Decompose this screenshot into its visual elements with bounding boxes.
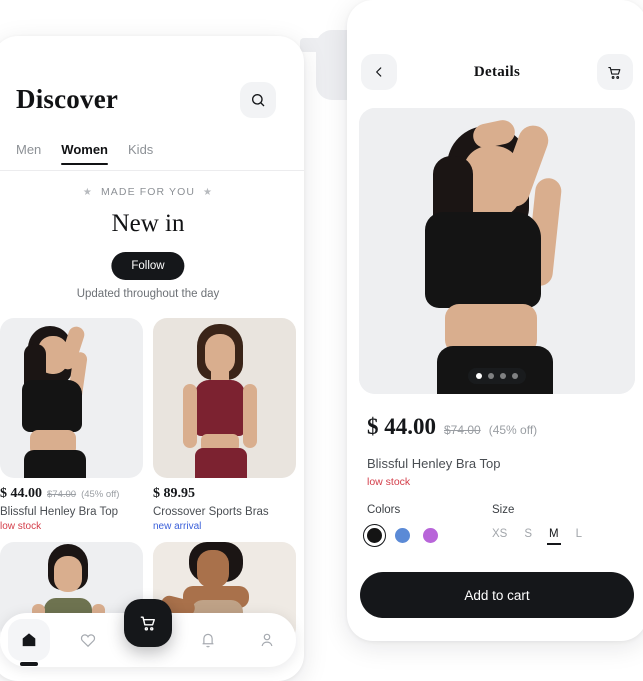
cart-icon — [608, 66, 621, 79]
search-icon — [251, 94, 265, 107]
details-product-name: Blissful Henley Bra Top — [367, 456, 501, 471]
size-option-s[interactable]: S — [524, 528, 532, 545]
page-title: Discover — [16, 84, 119, 114]
carousel-dot[interactable] — [488, 373, 494, 379]
price-row: $ 44.00 $74.00 (45% off) — [0, 486, 143, 502]
search-button[interactable] — [240, 82, 276, 118]
size-selector: Size XS S M L — [492, 504, 582, 545]
updated-note: Updated throughout the day — [76, 288, 220, 300]
chevron-left-icon — [376, 67, 382, 77]
star-icon-left: ★ — [82, 186, 93, 198]
bell-icon — [202, 633, 214, 648]
details-price: $ 44.00 — [367, 414, 436, 439]
product-grid: $ 44.00 $74.00 (45% off) Blissful Henley… — [0, 318, 296, 642]
color-swatch-black[interactable] — [363, 524, 386, 547]
product-discount: (45% off) — [81, 489, 120, 500]
colors-label: Colors — [367, 504, 401, 516]
person-icon — [261, 633, 273, 647]
discover-screen: Discover Men Women Kids ★ MADE FOR YOU ★… — [0, 36, 304, 681]
tabs-divider — [0, 170, 304, 171]
category-tabs: Men Women Kids — [16, 142, 153, 165]
size-option-m[interactable]: M — [547, 528, 561, 545]
product-name: Blissful Henley Bra Top — [0, 506, 119, 518]
price-row: $ 89.95 — [153, 486, 296, 502]
follow-button[interactable]: Follow — [111, 252, 185, 280]
carousel-dot[interactable] — [500, 373, 506, 379]
product-card[interactable]: $ 89.95 Crossover Sports Bras new arriva… — [153, 318, 296, 532]
carousel-dot[interactable] — [512, 373, 518, 379]
colors-selector: Colors — [363, 504, 438, 547]
size-label: Size — [492, 504, 515, 516]
product-card[interactable]: $ 44.00 $74.00 (45% off) Blissful Henley… — [0, 318, 143, 532]
cart-icon — [140, 616, 155, 631]
nav-item-notifications[interactable] — [187, 619, 229, 661]
product-price: $ 44.00 — [0, 486, 42, 501]
nav-item-favorites[interactable] — [67, 619, 109, 661]
size-option-xs[interactable]: XS — [492, 528, 507, 545]
screenshot-root: Discover Men Women Kids ★ MADE FOR YOU ★… — [0, 0, 643, 681]
back-button[interactable] — [361, 54, 397, 90]
made-for-you-text: MADE FOR YOU — [100, 186, 196, 198]
details-screen: Details $ 44.00 $74.00 (45% off) Blissfu… — [347, 0, 643, 641]
heart-icon — [80, 634, 95, 648]
color-swatch-purple[interactable] — [423, 528, 438, 543]
carousel-dot[interactable] — [476, 373, 482, 379]
details-status-badge: low stock — [367, 476, 411, 488]
product-status-badge: new arrival — [153, 521, 202, 532]
section-title: New in — [111, 210, 185, 237]
tab-women[interactable]: Women — [61, 142, 108, 165]
color-swatch-blue[interactable] — [395, 528, 410, 543]
details-discount: (45% off) — [488, 423, 538, 437]
tab-men[interactable]: Men — [16, 142, 41, 165]
cart-button[interactable] — [596, 54, 633, 90]
home-icon — [22, 633, 36, 647]
product-old-price: $74.00 — [47, 489, 77, 500]
product-hero-image[interactable] — [359, 108, 635, 394]
carousel-pagination[interactable] — [468, 368, 526, 384]
made-for-you-label: ★ MADE FOR YOU ★ — [0, 186, 304, 198]
product-image-black-top[interactable] — [0, 318, 143, 478]
product-status-badge: low stock — [0, 521, 42, 532]
product-image-wine-bra[interactable] — [153, 318, 296, 478]
details-title: Details — [473, 63, 521, 80]
size-option-l[interactable]: L — [576, 528, 582, 545]
tab-kids[interactable]: Kids — [128, 142, 153, 165]
nav-item-profile[interactable] — [246, 619, 288, 661]
nav-item-home[interactable] — [8, 619, 51, 661]
floating-cart-button[interactable] — [124, 599, 172, 647]
star-icon-right: ★ — [203, 186, 214, 198]
details-header: Details — [361, 54, 633, 90]
details-price-row: $ 44.00 $74.00 (45% off) — [367, 414, 537, 440]
details-old-price: $74.00 — [444, 423, 481, 437]
product-price: $ 89.95 — [153, 486, 195, 501]
add-to-cart-button[interactable]: Add to cart — [360, 572, 634, 618]
product-name: Crossover Sports Bras — [153, 506, 269, 518]
